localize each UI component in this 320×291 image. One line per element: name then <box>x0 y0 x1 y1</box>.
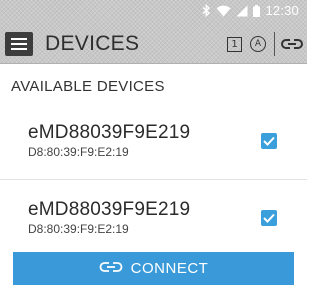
connect-button-label: CONNECT <box>130 260 209 277</box>
device-row[interactable]: eMD88039F9E219 D8:80:39:F9:E2:19 <box>0 103 307 179</box>
status-bar: 12:30 <box>0 0 307 24</box>
section-title: AVAILABLE DEVICES <box>11 78 165 95</box>
checkmark-icon <box>263 136 275 146</box>
checkmark-icon <box>263 213 275 223</box>
toolbar: DEVICES 1 A <box>0 28 307 60</box>
device-name: eMD88039F9E219 <box>28 122 191 143</box>
page-title: DEVICES <box>45 32 140 55</box>
numbered-box-icon[interactable]: 1 <box>227 36 242 52</box>
connect-button[interactable]: CONNECT <box>13 252 294 285</box>
link-icon <box>99 260 123 277</box>
status-time: 12:30 <box>265 3 299 18</box>
status-icons: 12:30 <box>202 3 299 18</box>
circled-a-icon[interactable]: A <box>250 36 266 52</box>
device-row[interactable]: eMD88039F9E219 D8:80:39:F9:E2:19 <box>0 179 307 256</box>
wifi-icon <box>216 5 231 17</box>
app-screen: 12:30 DEVICES 1 A AVAILABLE DEVICES eMD8… <box>0 0 307 291</box>
app-header: 12:30 DEVICES 1 A <box>0 0 307 64</box>
battery-icon <box>253 4 261 17</box>
device-name: eMD88039F9E219 <box>28 199 191 220</box>
device-mac-address: D8:80:39:F9:E2:19 <box>28 145 129 159</box>
device-list: eMD88039F9E219 D8:80:39:F9:E2:19 eMD8803… <box>0 103 307 256</box>
signal-icon <box>236 5 248 17</box>
device-mac-address: D8:80:39:F9:E2:19 <box>28 222 129 236</box>
device-checkbox[interactable] <box>261 210 277 226</box>
device-checkbox[interactable] <box>261 133 277 149</box>
toolbar-divider <box>274 32 275 56</box>
bluetooth-icon <box>202 4 211 17</box>
hamburger-menu-icon[interactable] <box>5 32 33 56</box>
link-icon[interactable] <box>281 38 307 50</box>
toolbar-actions: 1 A <box>227 32 307 56</box>
